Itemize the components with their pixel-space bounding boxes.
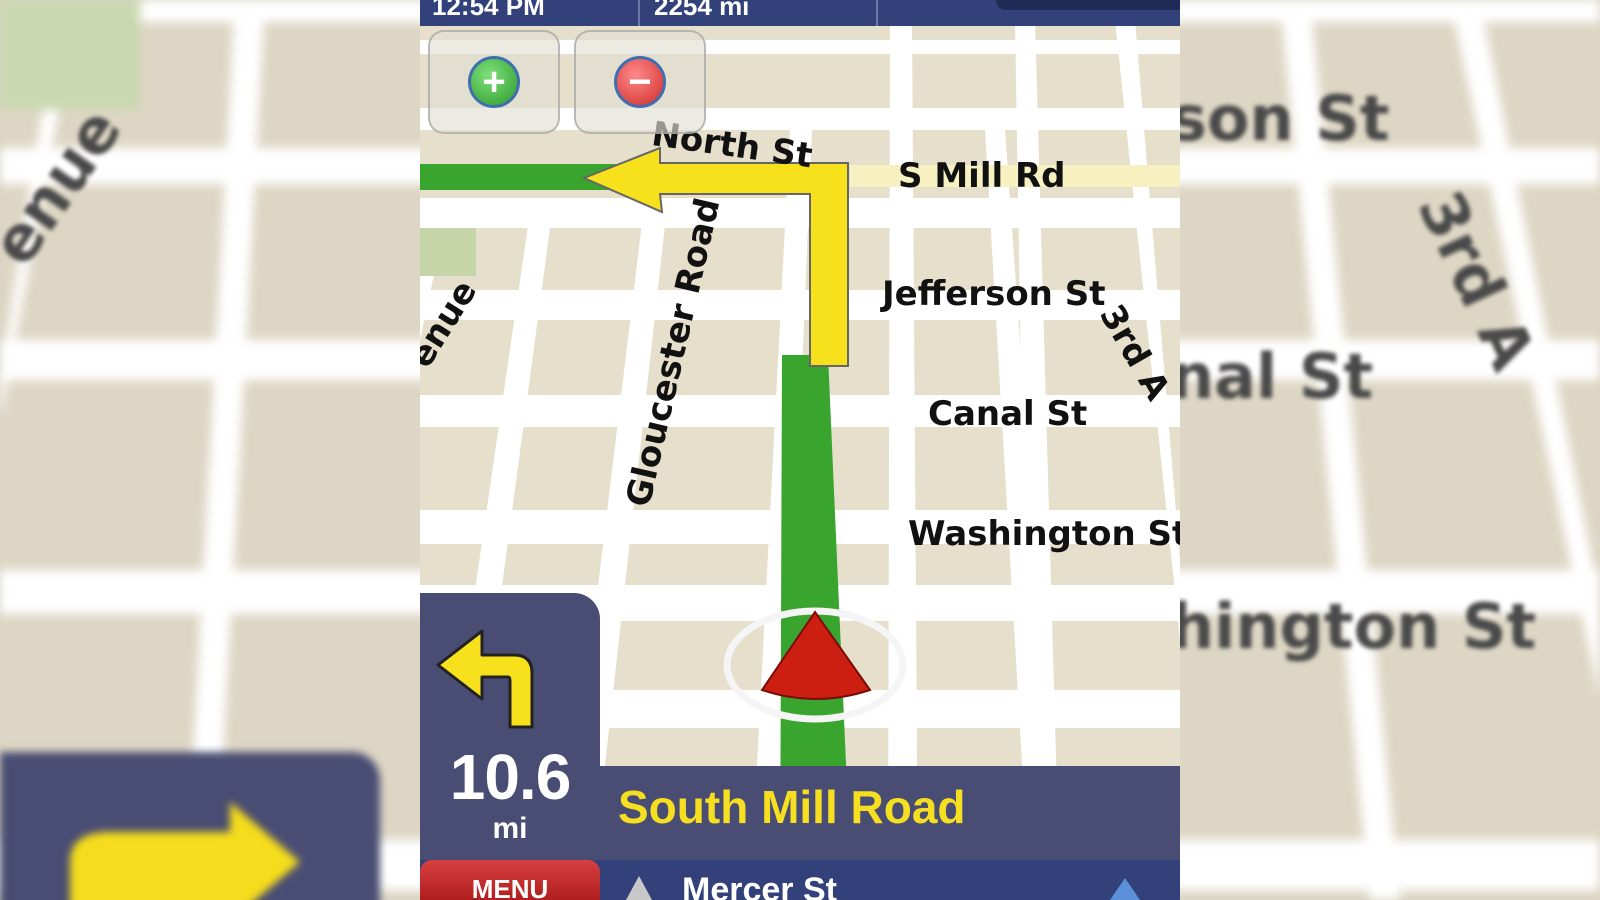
next-street-name: Mercer St <box>682 871 837 900</box>
background-label-canal: nal St <box>1170 340 1374 413</box>
current-street-bar: South Mill Road <box>600 766 1180 860</box>
clock-time: 12:54 PM <box>432 0 545 21</box>
background-turn-panel <box>0 752 380 900</box>
menu-button[interactable]: MENU <box>420 860 600 900</box>
background-label-washington: hington St <box>1170 590 1537 663</box>
current-street-name: South Mill Road <box>618 781 966 833</box>
background-turn-arrow-icon <box>70 802 300 900</box>
background-label-jackson: son St <box>1170 82 1390 155</box>
street-label-jefferson-st: Jefferson St <box>882 274 1106 314</box>
status-divider <box>876 0 878 26</box>
turn-left-icon <box>436 629 534 729</box>
zoom-in-icon: + <box>468 56 520 108</box>
status-divider <box>638 0 640 26</box>
park-area <box>420 228 476 276</box>
street-label-canal-st: Canal St <box>928 394 1088 434</box>
zoom-out-icon: − <box>614 56 666 108</box>
signal-indicator-icon <box>996 0 1180 10</box>
navigation-screen: North St S Mill Rd Jefferson St Canal St… <box>420 0 1180 900</box>
turn-distance-unit: mi <box>492 812 528 845</box>
status-bar: 12:54 PM 2254 mi <box>420 0 1180 26</box>
turn-distance: 10.6 <box>449 741 572 813</box>
street-label-washington-st: Washington St <box>908 514 1180 554</box>
street-label-s-mill-rd: S Mill Rd <box>898 156 1066 196</box>
distance-remaining: 2254 mi <box>654 0 750 21</box>
zoom-out-button[interactable]: − <box>574 30 706 134</box>
zoom-in-button[interactable]: + <box>428 30 560 134</box>
